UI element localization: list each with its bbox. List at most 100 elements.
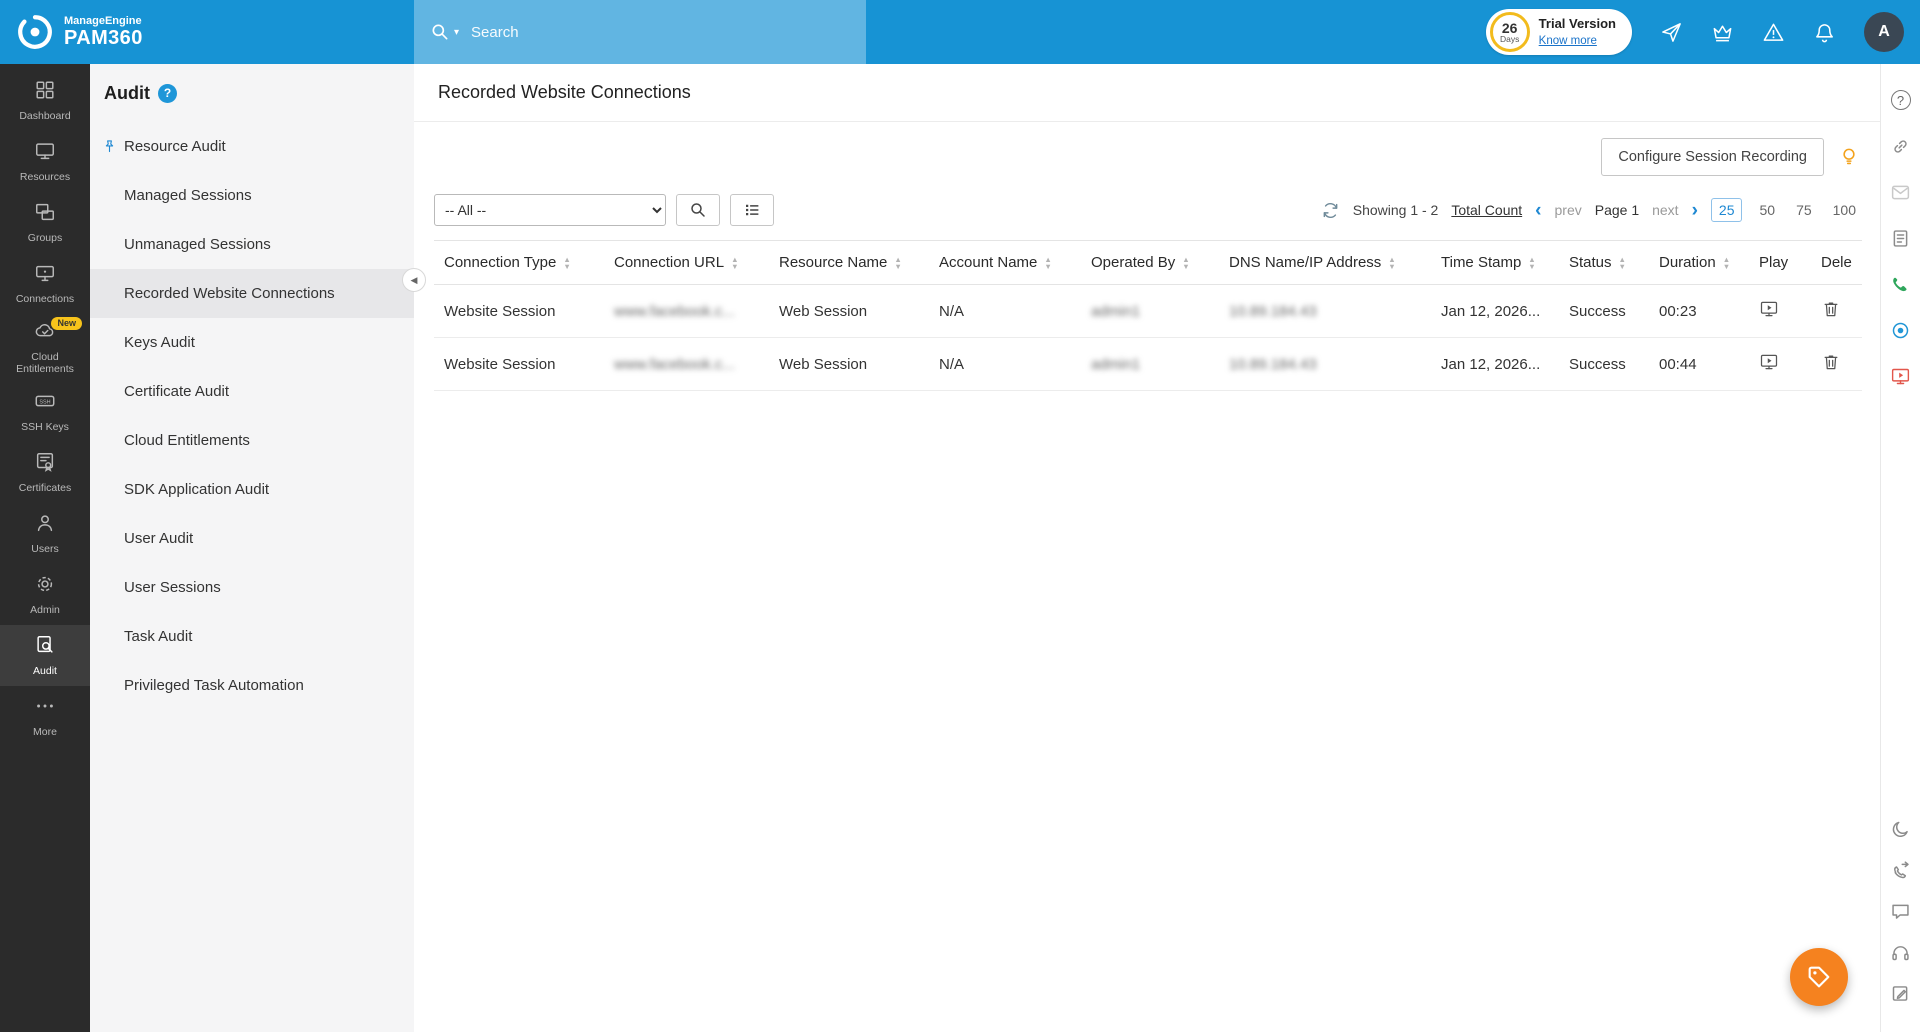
trial-badge[interactable]: 26 Days Trial Version Know more xyxy=(1486,9,1632,55)
col-connection-url[interactable]: Connection URL▲▼ xyxy=(604,241,769,285)
callback-phone-icon[interactable] xyxy=(1889,858,1913,882)
chat-icon[interactable] xyxy=(1889,899,1913,923)
next-chevron-icon[interactable]: › xyxy=(1692,201,1698,220)
next-button[interactable]: next xyxy=(1652,202,1678,218)
trial-know-more-link[interactable]: Know more xyxy=(1539,34,1597,48)
col-resource-name[interactable]: Resource Name ▲▼ xyxy=(769,241,929,285)
sidebar-item-certificate-audit[interactable]: Certificate Audit xyxy=(90,367,414,416)
col-time-stamp[interactable]: Time Stamp▲▼ xyxy=(1431,241,1559,285)
sidebar-item-resource-audit[interactable]: Resource Audit xyxy=(90,122,414,171)
sidebar-item-cloud-entitlements[interactable]: Cloud Entitlements xyxy=(90,416,414,465)
headphones-icon[interactable] xyxy=(1889,940,1913,964)
brand[interactable]: ManageEngine PAM360 xyxy=(0,13,143,51)
page-number-label: Page 1 xyxy=(1595,202,1639,218)
sort-icon[interactable]: ▲▼ xyxy=(894,256,901,270)
sidebar-item-managed-sessions[interactable]: Managed Sessions xyxy=(90,171,414,220)
sidebar-item-unmanaged-sessions[interactable]: Unmanaged Sessions xyxy=(90,220,414,269)
document-icon[interactable] xyxy=(1889,226,1913,250)
license-crown-icon[interactable] xyxy=(1711,21,1734,44)
search-icon[interactable] xyxy=(430,22,450,42)
col-duration[interactable]: Duration▲▼ xyxy=(1649,241,1749,285)
nav-admin[interactable]: Admin xyxy=(0,564,90,625)
prev-button[interactable]: prev xyxy=(1555,202,1582,218)
sort-icon[interactable]: ▲▼ xyxy=(1619,256,1626,270)
col-status[interactable]: Status▲▼ xyxy=(1559,241,1649,285)
sort-icon[interactable]: ▲▼ xyxy=(1044,256,1051,270)
col-account-name[interactable]: Account Name ▲▼ xyxy=(929,241,1081,285)
sidebar-item-user-sessions[interactable]: User Sessions xyxy=(90,563,414,612)
sort-icon[interactable]: ▲▼ xyxy=(731,256,738,270)
sort-icon[interactable]: ▲▼ xyxy=(1528,256,1535,270)
nav-dashboard[interactable]: Dashboard xyxy=(0,70,90,131)
nav-certificates[interactable]: Certificates xyxy=(0,442,90,503)
play-recording-icon[interactable] xyxy=(1759,299,1779,319)
help-circle-icon[interactable]: ? xyxy=(1889,88,1913,112)
col-operated-by[interactable]: Operated By▲▼ xyxy=(1081,241,1219,285)
cell-resource-name: Web Session xyxy=(769,338,929,391)
page-size-25[interactable]: 25 xyxy=(1711,198,1743,222)
nav-label: More xyxy=(30,727,60,739)
help-icon[interactable]: ? xyxy=(158,84,177,103)
nav-resources[interactable]: Resources xyxy=(0,131,90,192)
page-header: Recorded Website Connections xyxy=(414,64,1880,122)
dark-mode-moon-icon[interactable] xyxy=(1889,817,1913,841)
sidebar-item-label: Cloud Entitlements xyxy=(124,432,250,449)
nav-audit[interactable]: Audit xyxy=(0,625,90,686)
col-dns-ip[interactable]: DNS Name/IP Address▲▼ xyxy=(1219,241,1431,285)
nav-groups[interactable]: Groups xyxy=(0,192,90,253)
search-input[interactable] xyxy=(471,24,801,41)
sort-icon[interactable]: ▲▼ xyxy=(1723,256,1730,270)
sidebar-item-sdk-application-audit[interactable]: SDK Application Audit xyxy=(90,465,414,514)
sidebar-item-privileged-task-automation[interactable]: Privileged Task Automation xyxy=(90,661,414,710)
col-connection-type[interactable]: Connection Type▲▼ xyxy=(434,241,604,285)
filter-select[interactable]: -- All -- xyxy=(434,194,666,226)
trial-days-circle: 26 Days xyxy=(1490,12,1530,52)
notifications-bell-icon[interactable] xyxy=(1813,21,1836,44)
table-search-button[interactable] xyxy=(676,194,720,226)
nav-cloud-entitlements[interactable]: New Cloud Entitlements xyxy=(0,314,90,381)
nav-connections[interactable]: Connections xyxy=(0,253,90,314)
compose-note-icon[interactable] xyxy=(1889,981,1913,1005)
sidebar-item-task-audit[interactable]: Task Audit xyxy=(90,612,414,661)
nav-users[interactable]: Users xyxy=(0,503,90,564)
search-scope-caret-icon[interactable]: ▾ xyxy=(454,27,459,38)
global-search-bar[interactable]: ▾ xyxy=(414,0,866,64)
column-label: Resource Name xyxy=(779,254,887,271)
topbar-right: 26 Days Trial Version Know more A xyxy=(1486,9,1920,55)
sidebar-collapse-toggle[interactable]: ◀ xyxy=(402,268,426,292)
configure-session-recording-button[interactable]: Configure Session Recording xyxy=(1601,138,1824,176)
delete-trash-icon[interactable] xyxy=(1821,299,1841,319)
refresh-icon[interactable] xyxy=(1321,201,1340,220)
sidebar-item-keys-audit[interactable]: Keys Audit xyxy=(90,318,414,367)
delete-trash-icon[interactable] xyxy=(1821,352,1841,372)
column-chooser-button[interactable] xyxy=(730,194,774,226)
sidebar-item-user-audit[interactable]: User Audit xyxy=(90,514,414,563)
trial-days-word: Days xyxy=(1500,35,1519,44)
alerts-warning-icon[interactable] xyxy=(1762,21,1785,44)
mail-icon[interactable] xyxy=(1889,180,1913,204)
column-label: Account Name xyxy=(939,254,1037,271)
sort-icon[interactable]: ▲▼ xyxy=(563,256,570,270)
sidebar-item-recorded-website-connections[interactable]: Recorded Website Connections xyxy=(90,269,414,318)
total-count-link[interactable]: Total Count xyxy=(1451,202,1522,218)
send-feedback-icon[interactable] xyxy=(1660,21,1683,44)
nav-more[interactable]: More xyxy=(0,686,90,747)
prev-chevron-icon[interactable]: ‹ xyxy=(1535,201,1541,220)
phone-support-icon[interactable] xyxy=(1889,272,1913,296)
sort-icon[interactable]: ▲▼ xyxy=(1182,256,1189,270)
page-size-75[interactable]: 75 xyxy=(1792,199,1816,221)
play-recording-icon[interactable] xyxy=(1759,352,1779,372)
nav-ssh-keys[interactable]: SSH SSH Keys xyxy=(0,381,90,442)
trial-days-number: 26 xyxy=(1502,21,1518,35)
user-avatar[interactable]: A xyxy=(1864,12,1904,52)
link-icon[interactable] xyxy=(1889,134,1913,158)
lightbulb-tip-icon[interactable] xyxy=(1838,146,1860,168)
feedback-tag-fab[interactable] xyxy=(1790,948,1848,1006)
page-size-50[interactable]: 50 xyxy=(1755,199,1779,221)
sort-icon[interactable]: ▲▼ xyxy=(1388,256,1395,270)
page-size-100[interactable]: 100 xyxy=(1829,199,1860,221)
remote-assist-icon[interactable] xyxy=(1889,318,1913,342)
session-monitor-icon[interactable] xyxy=(1889,364,1913,388)
showing-count: Showing 1 - 2 xyxy=(1353,202,1439,218)
rail-bottom-group xyxy=(1889,817,1913,1022)
